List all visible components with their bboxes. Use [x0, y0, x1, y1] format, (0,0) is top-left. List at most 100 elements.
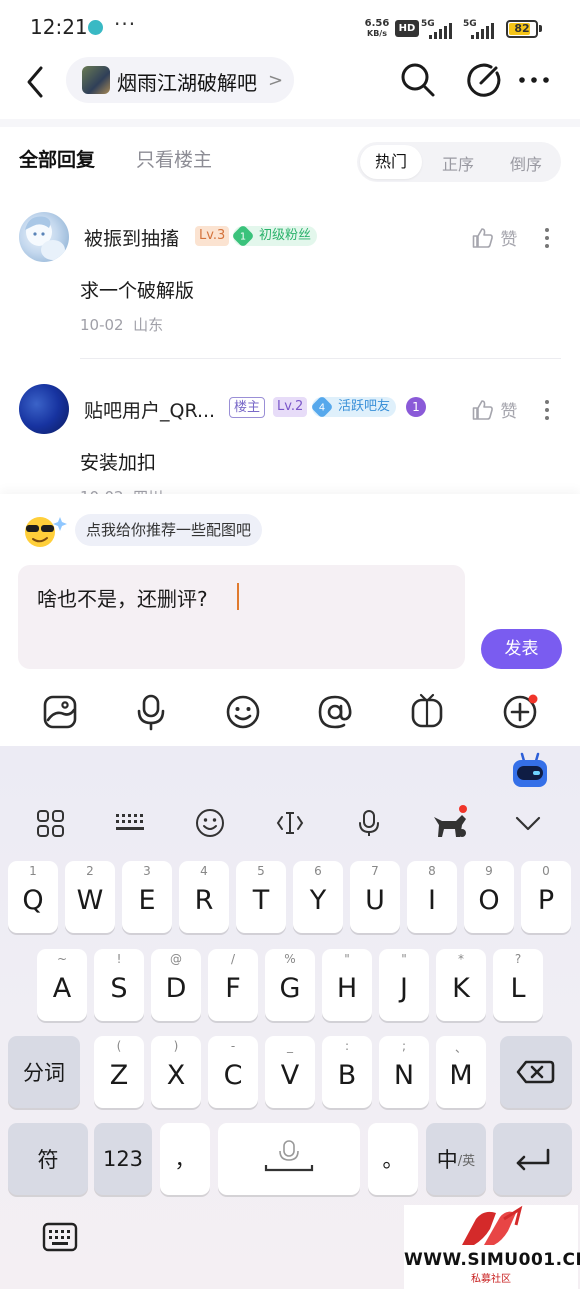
- write-post-button[interactable]: [464, 60, 504, 104]
- send-button[interactable]: 发表: [481, 629, 562, 669]
- key-k[interactable]: * K: [436, 949, 486, 1021]
- fan-badge: 1 初级粉丝: [231, 224, 318, 248]
- key-v[interactable]: _ V: [265, 1036, 315, 1108]
- reply-input[interactable]: [18, 565, 465, 669]
- reply-input-value[interactable]: 啥也不是，还删评?: [37, 583, 208, 612]
- hide-keyboard-button[interactable]: [507, 803, 549, 843]
- level-badge: Lv.3: [195, 226, 230, 246]
- key-n[interactable]: ; N: [379, 1036, 429, 1108]
- sort-ascending-button[interactable]: 正序: [442, 151, 474, 175]
- key-p[interactable]: 0P: [521, 861, 571, 933]
- key-y[interactable]: 6Y: [293, 861, 343, 933]
- key-symbols-label: 符: [37, 1148, 59, 1172]
- key-m[interactable]: 、 M: [436, 1036, 486, 1108]
- image-suggestion-chip[interactable]: 点我给你推荐一些配图吧: [75, 514, 263, 546]
- key-secondary-label: /: [230, 952, 236, 966]
- key-space[interactable]: [218, 1123, 360, 1195]
- forum-name[interactable]: 烟雨江湖破解吧: [117, 67, 257, 96]
- keyboard-emoji-button[interactable]: [189, 803, 231, 843]
- key-secondary-label: ?: [514, 952, 522, 966]
- key-backspace[interactable]: [500, 1036, 572, 1108]
- search-button[interactable]: [398, 60, 438, 104]
- key-f[interactable]: / F: [208, 949, 258, 1021]
- key-i[interactable]: 8I: [407, 861, 457, 933]
- vertical-dots-icon: [545, 228, 549, 248]
- keyboard-layout-button[interactable]: [110, 803, 152, 843]
- tab-all-replies[interactable]: 全部回复: [19, 145, 95, 172]
- video-button[interactable]: [407, 692, 447, 732]
- key-r[interactable]: 4R: [179, 861, 229, 933]
- key-l[interactable]: ? L: [493, 949, 543, 1021]
- key-language-switch[interactable]: 中/英: [426, 1123, 486, 1195]
- key-primary-label: A: [52, 973, 72, 1004]
- key-primary-label: V: [280, 1060, 300, 1091]
- switch-keyboard-button[interactable]: [40, 1220, 80, 1260]
- avatar[interactable]: [19, 384, 69, 434]
- keyboard-apps-button[interactable]: [30, 803, 72, 843]
- more-options-button[interactable]: [516, 60, 552, 104]
- sort-descending-button[interactable]: 倒序: [510, 151, 542, 175]
- tab-only-op[interactable]: 只看楼主: [136, 145, 212, 172]
- key-primary-label: O: [478, 885, 500, 916]
- comment-more-button[interactable]: [540, 398, 554, 422]
- key-t[interactable]: 5T: [236, 861, 286, 933]
- key-numbers[interactable]: 123: [94, 1123, 152, 1195]
- voice-input-button[interactable]: [131, 692, 171, 732]
- keyboard-assistant-icon[interactable]: [510, 752, 550, 794]
- comment-username[interactable]: 被振到抽搐: [84, 224, 179, 251]
- key-b[interactable]: :B: [322, 1036, 372, 1108]
- battery-percentage: 82: [514, 22, 530, 35]
- key-a[interactable]: ~ A: [37, 949, 87, 1021]
- comment-date: 10-02: [80, 316, 124, 334]
- key-secondary-label: :: [344, 1039, 350, 1053]
- key-w[interactable]: 2W: [65, 861, 115, 933]
- keyboard-voice-button[interactable]: [348, 803, 390, 843]
- key-e[interactable]: 3E: [122, 861, 172, 933]
- key-fenci[interactable]: 分词: [8, 1036, 80, 1108]
- microphone-icon: [137, 694, 165, 731]
- key-period[interactable]: 。: [368, 1123, 418, 1195]
- key-s[interactable]: ! S: [94, 949, 144, 1021]
- cursor-move-button[interactable]: [269, 803, 311, 843]
- like-button[interactable]: 赞: [471, 225, 517, 250]
- smiley-icon: [226, 695, 260, 729]
- like-button[interactable]: 赞: [471, 397, 517, 422]
- key-j[interactable]: " J: [379, 949, 429, 1021]
- hd-voice-icon: HD: [395, 20, 419, 37]
- battery-icon: 82: [506, 20, 538, 38]
- comment-meta: 10-02 山东: [80, 314, 163, 335]
- key-secondary-label: @: [170, 952, 182, 966]
- like-label: 赞: [500, 402, 518, 422]
- key-o[interactable]: 9O: [464, 861, 514, 933]
- status-more-icon: ···: [114, 12, 137, 36]
- key-secondary-label: 9: [485, 864, 493, 878]
- key-z[interactable]: (Z: [94, 1036, 144, 1108]
- add-more-button[interactable]: [500, 692, 540, 732]
- key-q[interactable]: 1Q: [8, 861, 58, 933]
- comment-more-button[interactable]: [540, 226, 554, 250]
- comment-username[interactable]: 贴吧用户_QR...: [84, 396, 215, 423]
- key-comma[interactable]: ，: [160, 1123, 210, 1195]
- key-x[interactable]: ) X: [151, 1036, 201, 1108]
- key-symbols[interactable]: 符: [8, 1123, 88, 1195]
- key-d[interactable]: @ D: [151, 949, 201, 1021]
- key-enter[interactable]: [493, 1123, 572, 1195]
- ai-assistant-emoji-icon[interactable]: [20, 512, 68, 554]
- avatar[interactable]: [19, 212, 69, 262]
- key-h[interactable]: " H: [322, 949, 372, 1021]
- back-button[interactable]: [22, 64, 50, 100]
- key-g[interactable]: % G: [265, 949, 315, 1021]
- sort-hot-button[interactable]: 热门: [360, 145, 422, 179]
- text-cursor: [237, 583, 239, 610]
- key-secondary-label: 5: [257, 864, 265, 878]
- app-notification-icon: [88, 20, 103, 35]
- robot-icon: [513, 752, 547, 787]
- keyboard-skin-button[interactable]: [428, 803, 470, 843]
- emoji-button[interactable]: [223, 692, 263, 732]
- mention-button[interactable]: [315, 692, 355, 732]
- image-picker-button[interactable]: [40, 692, 80, 732]
- key-secondary-label: 2: [86, 864, 94, 878]
- more-dots-icon: [519, 77, 549, 83]
- key-c[interactable]: -C: [208, 1036, 258, 1108]
- key-u[interactable]: 7U: [350, 861, 400, 933]
